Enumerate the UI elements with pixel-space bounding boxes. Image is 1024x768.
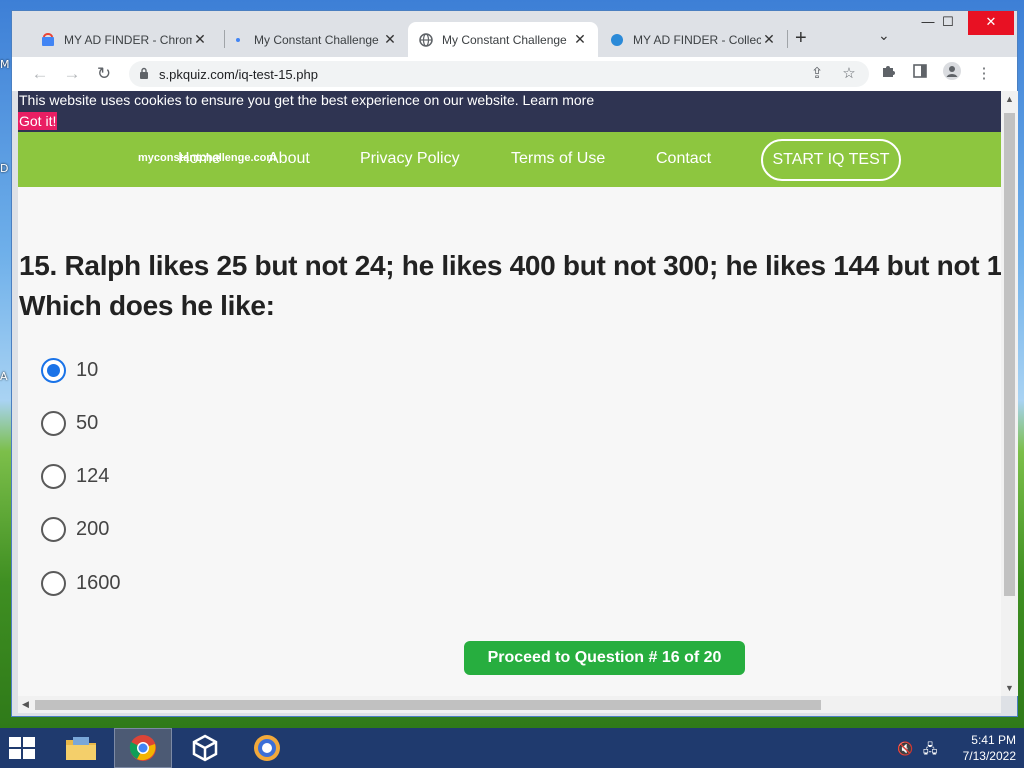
chrome-taskbar-icon[interactable] bbox=[114, 728, 172, 768]
answer-option-label[interactable]: 1600 bbox=[76, 572, 121, 595]
lock-icon[interactable] bbox=[139, 67, 153, 82]
network-icon[interactable]: 🖧 bbox=[923, 741, 938, 756]
tab-my-constant-challenge-active[interactable]: My Constant Challenge ✕ bbox=[408, 22, 598, 57]
tab-title: MY AD FINDER - Chrom bbox=[64, 32, 192, 47]
chrome-web-store-icon bbox=[40, 32, 56, 48]
horizontal-scroll-thumb[interactable] bbox=[35, 700, 821, 710]
tab-title: My Constant Challenge bbox=[254, 32, 379, 47]
app-launcher-icon[interactable] bbox=[238, 728, 296, 768]
scroll-up-arrow-icon[interactable]: ▲ bbox=[1005, 94, 1014, 104]
more-menu-icon[interactable]: ⋮ bbox=[972, 62, 996, 86]
new-tab-button[interactable]: + bbox=[795, 27, 807, 50]
system-tray: 🔇 🖧 bbox=[897, 740, 937, 762]
horizontal-scrollbar[interactable]: ◀ bbox=[18, 696, 1001, 713]
site-navbar: myconstantchallenge.com Home About Priva… bbox=[18, 132, 1001, 187]
bookmark-star-icon[interactable]: ☆ bbox=[837, 62, 861, 86]
vertical-scrollbar[interactable]: ▲ ▼ bbox=[1001, 91, 1018, 696]
globe-icon bbox=[418, 32, 434, 48]
share-icon[interactable]: ⇪ bbox=[805, 62, 829, 86]
answer-option-label[interactable]: 50 bbox=[76, 412, 98, 435]
cookie-banner: This website uses cookies to ensure you … bbox=[18, 91, 1001, 132]
clock[interactable]: 5:41 PM 7/13/2022 bbox=[963, 732, 1016, 764]
scroll-left-arrow-icon[interactable]: ◀ bbox=[22, 699, 29, 710]
side-panel-icon[interactable] bbox=[908, 62, 932, 86]
tab-my-ad-finder[interactable]: MY AD FINDER - Chrom ✕ bbox=[30, 22, 218, 57]
back-arrow-icon[interactable]: ← bbox=[28, 62, 52, 86]
page-viewport: This website uses cookies to ensure you … bbox=[18, 91, 1001, 696]
unity-icon[interactable] bbox=[176, 728, 234, 768]
address-bar[interactable]: s.pkquiz.com/iq-test-15.php bbox=[129, 61, 869, 87]
start-iq-test-button[interactable]: START IQ TEST bbox=[761, 139, 901, 181]
volume-muted-icon[interactable]: 🔇 bbox=[897, 741, 913, 756]
answer-option-label[interactable]: 124 bbox=[76, 465, 109, 488]
maximize-button[interactable]: ☐ bbox=[928, 11, 968, 35]
radio-button-selected[interactable] bbox=[41, 358, 66, 383]
radio-button[interactable] bbox=[41, 571, 66, 596]
url-text[interactable]: s.pkquiz.com/iq-test-15.php bbox=[159, 67, 318, 82]
close-icon[interactable]: ✕ bbox=[192, 31, 208, 48]
tab-title: MY AD FINDER - Collec bbox=[633, 32, 761, 47]
tab-strip: MY AD FINDER - Chrom ✕ My Constant Chall… bbox=[12, 11, 1017, 57]
tab-separator bbox=[787, 30, 788, 48]
answer-option-label[interactable]: 200 bbox=[76, 518, 109, 541]
answer-option[interactable]: 1600 bbox=[41, 571, 121, 596]
answer-option[interactable]: 50 bbox=[41, 411, 98, 436]
answer-option[interactable]: 124 bbox=[41, 464, 109, 489]
browser-window: MY AD FINDER - Chrom ✕ My Constant Chall… bbox=[11, 10, 1018, 717]
taskbar: 🔇 🖧 5:41 PM 7/13/2022 bbox=[0, 728, 1024, 768]
tab-title: My Constant Challenge bbox=[442, 32, 567, 47]
question-text: 15. Ralph likes 25 but not 24; he likes … bbox=[19, 250, 1001, 321]
site-favicon bbox=[230, 32, 246, 48]
file-explorer-icon[interactable] bbox=[52, 728, 110, 768]
site-favicon bbox=[609, 32, 625, 48]
tab-my-ad-finder-collection[interactable]: MY AD FINDER - Collec ✕ bbox=[599, 22, 787, 57]
radio-button[interactable] bbox=[41, 464, 66, 489]
tab-search-chevron-icon[interactable]: ⌄ bbox=[878, 27, 890, 44]
answer-option-label[interactable]: 10 bbox=[76, 359, 98, 382]
nav-link-terms-of-use[interactable]: Terms of Use bbox=[511, 150, 605, 168]
windows-start-icon[interactable] bbox=[8, 736, 38, 760]
browser-toolbar: ← → ↻ s.pkquiz.com/iq-test-15.php ⇪ ☆ ⋮ bbox=[12, 57, 1017, 91]
profile-avatar-icon[interactable] bbox=[940, 62, 964, 86]
cookie-accept-button[interactable]: Got it! bbox=[18, 112, 58, 130]
window-close-button[interactable]: ✕ bbox=[968, 11, 1014, 35]
close-icon[interactable]: ✕ bbox=[382, 31, 398, 48]
scroll-down-arrow-icon[interactable]: ▼ bbox=[1005, 683, 1014, 693]
extensions-puzzle-icon[interactable] bbox=[876, 62, 900, 86]
answer-option[interactable]: 10 bbox=[41, 358, 98, 383]
close-icon[interactable]: ✕ bbox=[761, 31, 777, 48]
nav-link-about[interactable]: About bbox=[268, 150, 310, 168]
reload-icon[interactable]: ↻ bbox=[92, 62, 116, 86]
close-icon[interactable]: ✕ bbox=[572, 31, 588, 48]
tab-my-constant-challenge[interactable]: My Constant Challenge ✕ bbox=[220, 22, 408, 57]
clock-date: 7/13/2022 bbox=[962, 749, 1016, 763]
forward-arrow-icon[interactable]: → bbox=[60, 62, 84, 86]
answer-option[interactable]: 200 bbox=[41, 517, 109, 542]
nav-link-home[interactable]: Home bbox=[178, 150, 221, 168]
proceed-next-question-button[interactable]: Proceed to Question # 16 of 20 bbox=[464, 641, 745, 675]
nav-link-contact[interactable]: Contact bbox=[656, 150, 711, 168]
radio-button[interactable] bbox=[41, 411, 66, 436]
nav-link-privacy-policy[interactable]: Privacy Policy bbox=[360, 150, 460, 168]
radio-button[interactable] bbox=[41, 517, 66, 542]
clock-time: 5:41 PM bbox=[971, 733, 1016, 747]
cookie-message: This website uses cookies to ensure you … bbox=[19, 92, 595, 108]
vertical-scroll-thumb[interactable] bbox=[1004, 113, 1015, 596]
